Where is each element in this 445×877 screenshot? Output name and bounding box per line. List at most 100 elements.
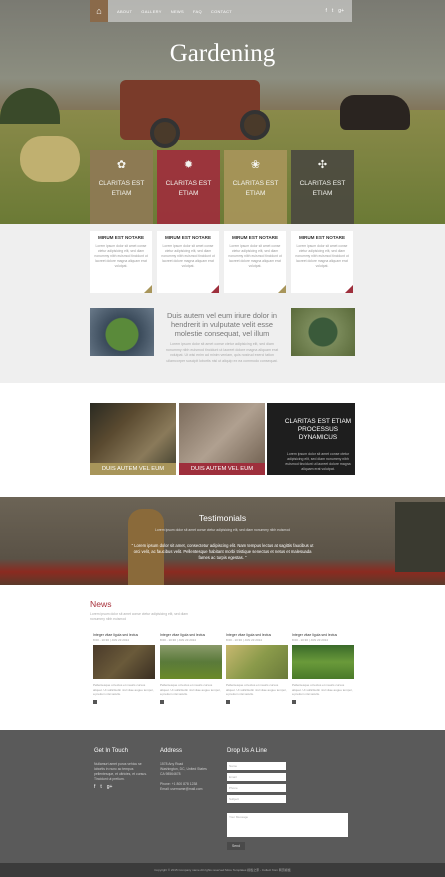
phone-field[interactable]: Phone (227, 784, 286, 792)
card-text: Lorem ipsum dolor sit amet conse ctetur … (94, 244, 148, 268)
card-corner-icon[interactable] (144, 285, 152, 293)
news-item[interactable]: Integer vitae ligula sed lectus 8:00 - 10… (226, 633, 288, 704)
card-corner-icon[interactable] (345, 285, 353, 293)
news-subtext: Lorem ipsum dolor sit amet conse ctetur … (90, 612, 188, 621)
gallery-dark-heading: CLARITAS EST ETIAM PROCESSUS DYNAMICUS (284, 418, 352, 441)
news-item-text: Pellentesque ut lectus et mauris cursus … (93, 683, 154, 696)
gallery-item-2[interactable]: DUIS AUTEM VEL EUM (179, 403, 265, 475)
read-more-icon[interactable] (160, 699, 164, 704)
card-text: Lorem ipsum dolor sit amet conse ctetur … (161, 244, 215, 268)
snowflake-icon: ✣ (317, 159, 328, 171)
sun-icon: ✹ (183, 159, 194, 171)
feature-tile[interactable]: ✹ CLARITAS EST ETIAM (157, 150, 220, 224)
page-title: Gardening (169, 40, 276, 67)
card-corner-icon[interactable] (278, 285, 286, 293)
twitter-icon[interactable]: t (332, 8, 333, 14)
intro-heading: Duis autem vel eum iriure dolor in hendr… (166, 311, 278, 338)
nav-item-gallery[interactable]: GALLERY (141, 9, 161, 14)
card-title: MIRUM EST NOTARE (164, 235, 212, 240)
news-item-image (226, 645, 288, 679)
twitter-icon[interactable]: t (100, 784, 101, 790)
horse-figure (340, 95, 410, 130)
news-item-image (160, 645, 222, 679)
name-field[interactable]: Name (227, 762, 286, 770)
hero-banner (0, 0, 445, 224)
contact-heading: Drop Us A Line (227, 748, 268, 754)
news-item-text: Pellentesque ut lectus et mauris cursus … (292, 683, 353, 696)
gallery-caption: DUIS AUTEM VEL EUM (179, 463, 265, 475)
card-text: Lorem ipsum dolor sit amet conse ctetur … (228, 244, 282, 268)
read-more-icon[interactable] (226, 699, 230, 704)
testimonials-section (0, 497, 445, 585)
feature-tile[interactable]: ❀ CLARITAS EST ETIAM (224, 150, 287, 224)
message-field[interactable]: Your Message (227, 813, 348, 837)
copyright-bar: Copyright © 2015 Company name All rights… (0, 863, 445, 877)
seedling-hands-image (90, 308, 154, 356)
copyright-text: Copyright © 2015 Company name All rights… (154, 868, 291, 872)
footer-social: f t g+ (94, 784, 112, 790)
feature-tile-label: CLARITAS EST ETIAM (98, 180, 145, 197)
info-card: MIRUM EST NOTARE Lorem ipsum dolor sit am… (90, 231, 152, 293)
read-more-icon[interactable] (93, 699, 97, 704)
hay-bale (20, 136, 80, 182)
info-card: MIRUM EST NOTARE Lorem ipsum dolor sit am… (157, 231, 219, 293)
address-heading: Address (160, 748, 183, 754)
nav-item-faq[interactable]: FAQ (193, 9, 202, 14)
tree-background (0, 88, 60, 124)
news-item-text: Pellentesque ut lectus et mauris cursus … (226, 683, 287, 696)
google-plus-icon[interactable]: g+ (107, 784, 113, 790)
harvester-machine (120, 80, 260, 140)
news-item[interactable]: Integer vitae ligula sed lectus 8:00 - 10… (160, 633, 222, 704)
news-item-text: Pellentesque ut lectus et mauris cursus … (160, 683, 221, 696)
get-in-touch-text: Nullamurt amet purus vehicu se lobortis … (94, 762, 147, 781)
news-item-date: 8:00 - 10:30 | JUN 23 2014 (93, 638, 129, 642)
testimonials-subtext: Lorem ipsum dolor sit amet conse ctetur … (155, 528, 290, 532)
gallery-dark-text: Lorem ipsum dolor sit amet conse ctetur … (285, 452, 351, 471)
gallery-item-1[interactable]: DUIS AUTEM VEL EUM (90, 403, 176, 475)
facebook-icon[interactable]: f (326, 8, 327, 14)
feature-tile[interactable]: ✿ CLARITAS EST ETIAM (90, 150, 153, 224)
intro-text: Lorem ipsum dolor sit amet conse ctetur … (165, 342, 279, 363)
news-item[interactable]: Integer vitae ligula sed lectus 8:00 - 10… (93, 633, 155, 704)
email-field[interactable]: Email (227, 773, 286, 781)
machine-wheel (150, 118, 180, 148)
machine-wheel (240, 110, 270, 140)
info-card: MIRUM EST NOTARE Lorem ipsum dolor sit am… (224, 231, 286, 293)
news-item-date: 8:00 - 10:30 | JUN 23 2014 (292, 638, 328, 642)
google-plus-icon[interactable]: g+ (338, 8, 344, 14)
home-icon[interactable]: ⌂ (90, 0, 108, 22)
footer (0, 730, 445, 863)
top-nav: ⌂ ABOUT GALLERY NEWS FAQ CONTACT f t g+ (90, 0, 352, 22)
feature-tile[interactable]: ✣ CLARITAS EST ETIAM (291, 150, 354, 224)
nav-item-contact[interactable]: CONTACT (211, 9, 232, 14)
news-heading: News (90, 599, 112, 609)
card-title: MIRUM EST NOTARE (298, 235, 346, 240)
nav-item-news[interactable]: NEWS (171, 9, 184, 14)
feature-tile-label: CLARITAS EST ETIAM (165, 180, 212, 197)
send-button[interactable]: Send (227, 842, 245, 850)
read-more-icon[interactable] (292, 699, 296, 704)
news-item-date: 8:00 - 10:30 | JUN 23 2014 (160, 638, 196, 642)
email-text: Email: username@mail.com (160, 787, 203, 791)
nav-item-about[interactable]: ABOUT (117, 9, 132, 14)
gallery-caption: DUIS AUTEM VEL EUM (90, 463, 176, 475)
card-corner-icon[interactable] (211, 285, 219, 293)
nav-social: f t g+ (326, 8, 344, 14)
soil-hands-image (291, 308, 355, 356)
feature-tile-label: CLARITAS EST ETIAM (299, 180, 346, 197)
card-title: MIRUM EST NOTARE (231, 235, 279, 240)
flower-icon: ❀ (250, 159, 261, 171)
facebook-icon[interactable]: f (94, 784, 95, 790)
subject-field[interactable]: Subject (227, 795, 286, 803)
testimonial-quote: " Lorem ipsum dolor sit amet, consectetu… (131, 543, 314, 560)
card-text: Lorem ipsum dolor sit amet conse ctetur … (295, 244, 349, 268)
news-item-image (93, 645, 155, 679)
news-item-date: 8:00 - 10:30 | JUN 23 2014 (226, 638, 262, 642)
testimonials-heading: Testimonials (198, 513, 247, 523)
news-item[interactable]: Integer vitae ligula sed lectus 8:00 - 10… (292, 633, 354, 704)
info-card: MIRUM EST NOTARE Lorem ipsum dolor sit am… (291, 231, 353, 293)
news-item-image (292, 645, 354, 679)
get-in-touch-heading: Get In Touch (94, 748, 128, 754)
address-block: 1578 Any Road Washington, DC, United Sta… (160, 762, 220, 792)
leaf-icon: ✿ (116, 159, 127, 171)
